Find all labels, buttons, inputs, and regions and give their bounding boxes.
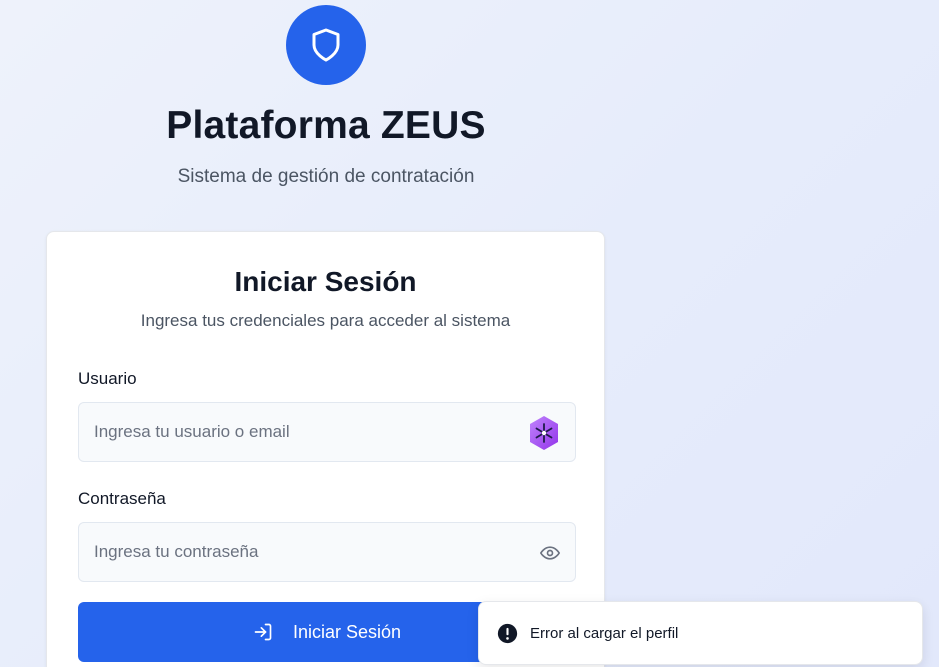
brand-logo (286, 5, 366, 85)
username-label: Usuario (78, 369, 137, 388)
page-subtitle: Sistema de gestión de contratación (177, 166, 475, 187)
password-field-wrapper (78, 522, 576, 582)
login-title: Iniciar Sesión (234, 266, 417, 297)
login-icon (254, 623, 272, 641)
toast-message: Error al cargar el perfil (530, 624, 679, 642)
password-input[interactable] (79, 523, 575, 581)
shield-icon (312, 28, 340, 62)
password-label: Contraseña (78, 489, 166, 508)
page-title: Plataforma ZEUS (166, 104, 486, 147)
username-field-wrapper (78, 402, 576, 462)
login-subtitle: Ingresa tus credenciales para acceder al… (140, 311, 511, 330)
password-manager-extension-icon[interactable] (528, 415, 560, 451)
username-input[interactable] (79, 403, 575, 461)
error-toast[interactable]: Error al cargar el perfil (478, 601, 923, 665)
login-button-label: Iniciar Sesión (292, 621, 402, 642)
alert-circle-icon (497, 623, 518, 643)
eye-icon[interactable] (540, 543, 560, 563)
